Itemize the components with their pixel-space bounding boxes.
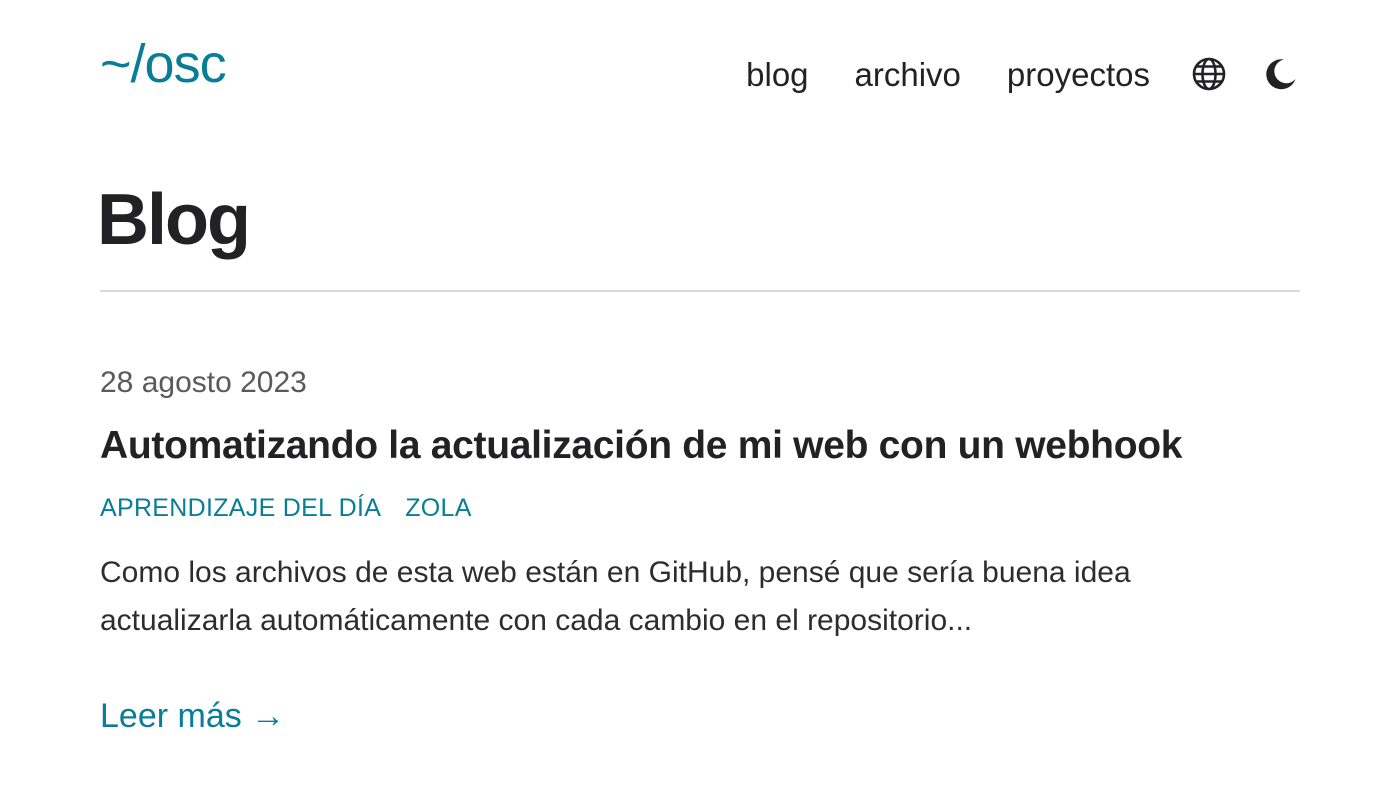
main-nav: blog archivo proyectos <box>746 52 1300 96</box>
post-summary: Como los archivos de esta web están en G… <box>100 555 1131 637</box>
title-divider <box>100 290 1300 292</box>
site-logo-link[interactable]: ~/osc <box>100 37 227 91</box>
post-date: 28 agosto 2023 <box>100 366 307 399</box>
globe-icon <box>1192 57 1226 91</box>
page-title: Blog <box>97 180 251 260</box>
nav-link-proyectos[interactable]: proyectos <box>1007 58 1150 91</box>
post-title-link[interactable]: Automatizando la actualización de mi web… <box>100 424 1182 467</box>
post-tags: APRENDIZAJE DEL DÍA ZOLA <box>100 494 1300 523</box>
nav-link-archivo[interactable]: archivo <box>855 58 961 91</box>
moon-icon <box>1266 59 1296 90</box>
tag-link-aprendizaje[interactable]: APRENDIZAJE DEL DÍA <box>100 494 381 523</box>
language-button[interactable] <box>1190 55 1228 93</box>
post-card: 28 agosto 2023 Automatizando la actualiz… <box>100 368 1300 736</box>
nav-link-blog[interactable]: blog <box>746 58 808 91</box>
theme-toggle-button[interactable] <box>1262 55 1300 93</box>
page: ~/osc blog archivo proyectos Blog 28 ago… <box>0 0 1400 800</box>
tag-link-zola[interactable]: ZOLA <box>405 494 472 523</box>
read-more-link[interactable]: Leer más → <box>100 697 285 736</box>
post-title: Automatizando la actualización de mi web… <box>100 424 1300 468</box>
